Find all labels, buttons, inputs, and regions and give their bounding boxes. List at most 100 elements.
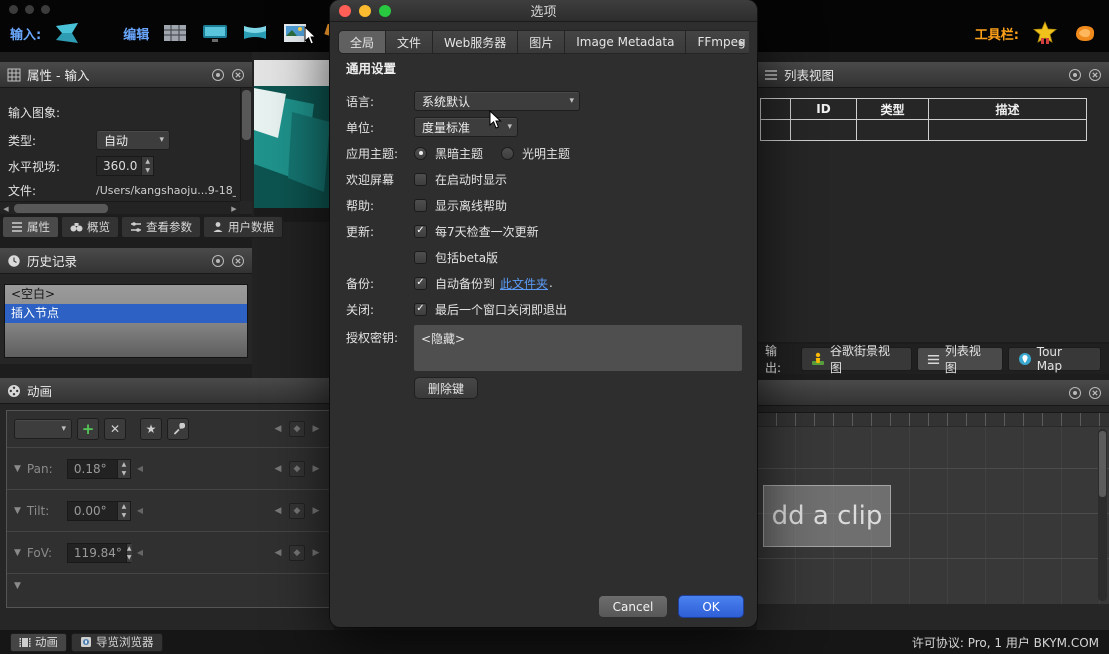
collapse-icon[interactable]: ▼ <box>14 506 21 516</box>
tab-image-metadata[interactable]: Image Metadata <box>564 30 686 54</box>
float-panel-icon[interactable] <box>1068 386 1082 400</box>
scrollbar-thumb[interactable] <box>14 204 108 213</box>
auto-backup-checkbox[interactable]: ✓ <box>414 277 427 290</box>
spin-up-icon[interactable]: ▲ <box>118 460 130 469</box>
fov-value-stepper[interactable]: 119.84° ▲▼ <box>67 543 131 563</box>
award-star-icon[interactable] <box>1031 20 1059 46</box>
backup-folder-link[interactable]: 此文件夹 <box>500 275 548 292</box>
scroll-right-icon[interactable]: ▶ <box>228 202 240 215</box>
tab-user-data[interactable]: 用户数据 <box>203 216 283 238</box>
properties-horizontal-scrollbar[interactable]: ◀ ▶ <box>0 201 240 214</box>
window-controls[interactable] <box>9 5 50 14</box>
prev-value-icon[interactable]: ◀ <box>137 506 143 515</box>
collapse-icon[interactable]: ▼ <box>14 548 21 558</box>
minimize-dialog-icon[interactable] <box>359 5 371 17</box>
check-updates-checkbox[interactable]: ✓ <box>414 225 427 238</box>
tab-global[interactable]: 全局 <box>338 30 386 54</box>
delete-clip-button[interactable]: ✕ <box>104 418 126 440</box>
animation-clip-select[interactable]: ▾ <box>14 419 72 439</box>
settings-wrench-button[interactable] <box>167 418 189 440</box>
prev-keyframe-icon[interactable]: ◀ <box>270 421 286 437</box>
license-key-field[interactable]: <隐藏> <box>414 325 742 371</box>
components-icon[interactable] <box>1071 20 1099 46</box>
include-beta-checkbox[interactable] <box>414 251 427 264</box>
bottom-tab-animation[interactable]: 动画 <box>10 633 67 652</box>
close-dialog-icon[interactable] <box>339 5 351 17</box>
scrollbar-thumb[interactable] <box>1099 431 1106 497</box>
language-select[interactable]: 系统默认 ▾ <box>414 91 580 111</box>
timeline-clip[interactable]: dd a clip <box>763 485 891 547</box>
cancel-button[interactable]: Cancel <box>598 595 668 618</box>
scroll-left-icon[interactable]: ◀ <box>0 202 12 215</box>
spin-down-icon[interactable]: ▼ <box>142 166 153 175</box>
timeline-ruler[interactable] <box>757 413 1109 427</box>
tab-listview-output[interactable]: 列表视图 <box>917 347 1003 371</box>
column-header-description[interactable]: 描述 <box>929 99 1087 120</box>
next-keyframe-icon[interactable]: ▶ <box>308 461 324 477</box>
timeline-canvas[interactable]: dd a clip <box>757 412 1109 604</box>
zoom-window-icon[interactable] <box>41 5 50 14</box>
tab-images[interactable]: 图片 <box>517 30 565 54</box>
next-keyframe-icon[interactable]: ▶ <box>308 545 324 561</box>
prev-keyframe-icon[interactable]: ◀ <box>270 545 286 561</box>
next-keyframe-icon[interactable]: ▶ <box>308 421 324 437</box>
panorama-viewer-icon[interactable] <box>241 20 269 46</box>
column-header-blank[interactable] <box>761 99 791 120</box>
tab-tour-map[interactable]: Tour Map <box>1008 347 1101 371</box>
delete-key-button[interactable]: 删除键 <box>414 377 478 399</box>
viewport-preview[interactable] <box>252 52 334 378</box>
add-keyframe-icon[interactable]: ◆ <box>289 421 305 437</box>
close-window-icon[interactable] <box>9 5 18 14</box>
grid-tool-icon[interactable] <box>161 20 189 46</box>
spin-up-icon[interactable]: ▲ <box>127 544 132 553</box>
collapse-icon[interactable]: ▼ <box>14 581 21 591</box>
prev-value-icon[interactable]: ◀ <box>137 464 143 473</box>
spin-down-icon[interactable]: ▼ <box>127 553 132 562</box>
viewer-tool-icon[interactable] <box>201 20 229 46</box>
add-clip-button[interactable]: + <box>77 418 99 440</box>
add-keyframe-icon[interactable]: ◆ <box>289 545 305 561</box>
float-panel-icon[interactable] <box>211 254 225 268</box>
float-panel-icon[interactable] <box>211 68 225 82</box>
tab-properties[interactable]: 属性 <box>2 216 59 238</box>
bottom-tab-tour-browser[interactable]: 导览浏览器 <box>71 633 163 652</box>
close-panel-icon[interactable] <box>1088 68 1102 82</box>
dark-theme-radio[interactable] <box>414 147 427 160</box>
close-panel-icon[interactable] <box>231 68 245 82</box>
timeline-vertical-scrollbar[interactable] <box>1098 429 1107 601</box>
column-header-id[interactable]: ID <box>791 99 857 120</box>
zoom-dialog-icon[interactable] <box>379 5 391 17</box>
offline-help-checkbox[interactable] <box>414 199 427 212</box>
tab-webserver[interactable]: Web服务器 <box>432 30 518 54</box>
tab-overview[interactable]: 概览 <box>61 216 119 238</box>
hfov-stepper[interactable]: 360.0 ▲▼ <box>96 156 154 176</box>
dialog-titlebar[interactable]: 选项 <box>330 0 757 22</box>
quit-on-close-checkbox[interactable]: ✓ <box>414 303 427 316</box>
prev-value-icon[interactable]: ◀ <box>137 548 143 557</box>
add-keyframe-icon[interactable]: ◆ <box>289 503 305 519</box>
type-select[interactable]: 自动 ▾ <box>96 130 170 150</box>
float-panel-icon[interactable] <box>1068 68 1082 82</box>
spin-up-icon[interactable]: ▲ <box>118 502 130 511</box>
add-panorama-input-icon[interactable] <box>53 20 81 46</box>
ok-button[interactable]: OK <box>678 595 744 618</box>
column-header-type[interactable]: 类型 <box>857 99 929 120</box>
close-panel-icon[interactable] <box>1088 386 1102 400</box>
list-item-selected[interactable]: 插入节点 <box>5 304 247 323</box>
spin-down-icon[interactable]: ▼ <box>118 511 130 520</box>
dialog-window-controls[interactable] <box>339 5 391 17</box>
close-panel-icon[interactable] <box>231 254 245 268</box>
list-item[interactable]: <空白> <box>5 285 247 304</box>
prev-keyframe-icon[interactable]: ◀ <box>270 503 286 519</box>
pan-value-stepper[interactable]: 0.18° ▲▼ <box>67 459 131 479</box>
favorite-button[interactable]: ★ <box>140 418 162 440</box>
table-row[interactable] <box>761 120 1087 141</box>
collapse-icon[interactable]: ▼ <box>14 464 21 474</box>
tab-google-streetview[interactable]: 谷歌街景视图 <box>801 347 912 371</box>
tab-overflow-icon[interactable]: ▶ <box>735 34 749 50</box>
spin-up-icon[interactable]: ▲ <box>142 157 153 166</box>
show-at-startup-checkbox[interactable] <box>414 173 427 186</box>
tilt-value-stepper[interactable]: 0.00° ▲▼ <box>67 501 131 521</box>
next-keyframe-icon[interactable]: ▶ <box>308 503 324 519</box>
prev-keyframe-icon[interactable]: ◀ <box>270 461 286 477</box>
